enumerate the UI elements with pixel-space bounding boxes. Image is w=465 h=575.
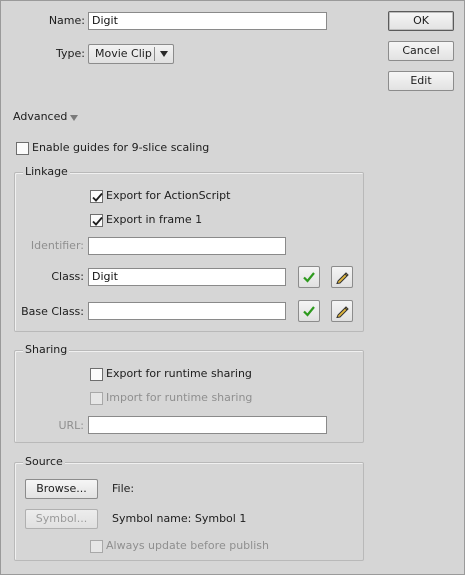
advanced-toggle[interactable]: Advanced: [13, 110, 83, 126]
url-input[interactable]: [88, 416, 327, 434]
ok-button[interactable]: OK: [388, 11, 454, 31]
cancel-button[interactable]: Cancel: [388, 41, 454, 61]
base-class-label: Base Class:: [21, 305, 84, 318]
edit-button[interactable]: Edit: [388, 71, 454, 91]
pencil-icon: [336, 272, 349, 284]
advanced-arrow-icon: [70, 115, 78, 121]
dropdown-divider: [154, 47, 155, 61]
validate-class-button[interactable]: [298, 266, 320, 288]
export-frame1-label: Export in frame 1: [106, 213, 203, 226]
export-actionscript-label: Export for ActionScript: [106, 189, 231, 202]
edit-class-button[interactable]: [331, 266, 353, 288]
chevron-down-icon: [160, 51, 168, 57]
validate-base-class-button[interactable]: [298, 300, 320, 322]
file-label: File:: [112, 482, 135, 495]
always-update-label: Always update before publish: [106, 539, 269, 552]
import-runtime-checkbox: [90, 392, 103, 405]
url-label: URL:: [58, 419, 84, 432]
linkage-title: Linkage: [23, 165, 70, 179]
identifier-label: Identifier:: [30, 239, 84, 252]
symbol-properties-dialog: Name: Digit Type: Movie Clip OK Cancel E…: [0, 0, 465, 575]
type-dropdown-value: Movie Clip: [95, 47, 152, 60]
name-input[interactable]: Digit: [88, 12, 327, 30]
export-frame1-checkbox[interactable]: [90, 214, 103, 227]
checkmark-icon: [303, 272, 315, 283]
symbol-name-text: Symbol name: Symbol 1: [112, 512, 247, 525]
export-actionscript-checkbox[interactable]: [90, 190, 103, 203]
browse-button[interactable]: Browse...: [25, 479, 98, 499]
guides-checkbox[interactable]: [16, 142, 29, 155]
base-class-input[interactable]: [88, 302, 286, 320]
name-label: Name:: [48, 14, 85, 27]
pencil-icon: [336, 306, 349, 318]
type-dropdown[interactable]: Movie Clip: [88, 44, 174, 64]
export-runtime-label: Export for runtime sharing: [106, 367, 252, 380]
class-input[interactable]: Digit: [88, 268, 286, 286]
advanced-label: Advanced: [13, 110, 68, 123]
checkmark-icon: [303, 306, 315, 317]
guides-label: Enable guides for 9-slice scaling: [32, 141, 210, 154]
export-runtime-checkbox[interactable]: [90, 368, 103, 381]
checkmark-icon: [92, 192, 103, 202]
checkmark-icon: [92, 216, 103, 226]
class-label: Class:: [51, 270, 84, 283]
symbol-button: Symbol...: [25, 509, 98, 529]
edit-base-class-button[interactable]: [331, 300, 353, 322]
source-title: Source: [23, 455, 65, 469]
identifier-input[interactable]: [88, 237, 286, 255]
import-runtime-label: Import for runtime sharing: [106, 391, 253, 404]
type-label: Type:: [56, 47, 85, 60]
sharing-title: Sharing: [23, 343, 70, 357]
always-update-checkbox: [90, 540, 103, 553]
